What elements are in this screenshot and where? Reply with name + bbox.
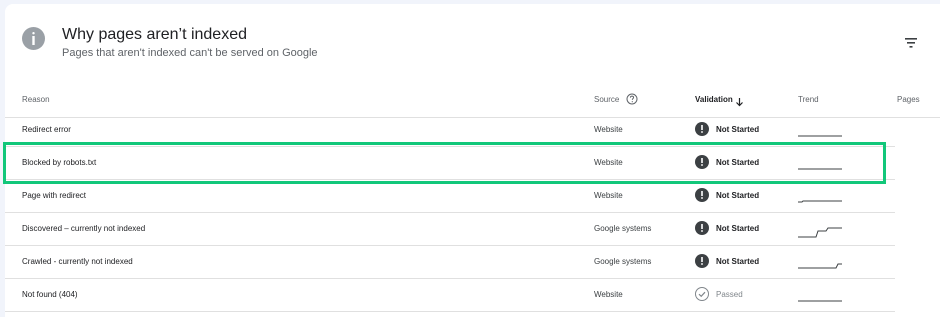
- help-icon[interactable]: [626, 92, 638, 105]
- trend-sparkline: [798, 227, 842, 238]
- row-source: Google systems: [594, 224, 652, 233]
- row-reason: Blocked by robots.txt: [22, 158, 97, 167]
- trend-sparkline: [798, 263, 842, 269]
- row-source: Website: [594, 290, 623, 299]
- indexing-card: Why pages aren’t indexed Pages that aren…: [5, 4, 940, 317]
- column-source[interactable]: Source: [594, 95, 619, 104]
- row-validation: Not Started: [716, 257, 760, 266]
- exclamation-icon: [695, 122, 709, 136]
- card-title: Why pages aren’t indexed: [62, 26, 247, 43]
- arrow-down-icon[interactable]: [735, 94, 744, 107]
- filter-icon[interactable]: [904, 36, 918, 48]
- row-reason: Discovered – currently not indexed: [22, 224, 146, 233]
- table-row-page-with-redirect[interactable]: Page with redirect Website Not Started: [5, 180, 895, 213]
- card-subtitle: Pages that aren't indexed can't be serve…: [62, 47, 318, 59]
- exclamation-icon: [695, 155, 709, 169]
- row-validation: Not Started: [716, 158, 760, 167]
- row-source: Website: [594, 191, 623, 200]
- column-pages[interactable]: Pages: [897, 95, 920, 104]
- card-header: Why pages aren’t indexed Pages that aren…: [5, 4, 940, 74]
- table-row-crawled-not-indexed[interactable]: Crawled - currently not indexed Google s…: [5, 246, 895, 279]
- row-validation: Not Started: [716, 224, 760, 233]
- trend-sparkline: [798, 200, 842, 203]
- exclamation-icon: [695, 254, 709, 268]
- row-reason: Redirect error: [22, 125, 71, 134]
- column-trend: Trend: [798, 95, 819, 104]
- info-icon: [22, 27, 45, 50]
- trend-sparkline: [798, 135, 842, 137]
- trend-sparkline: [798, 168, 842, 170]
- check-circle-icon: [695, 287, 709, 301]
- column-reason[interactable]: Reason: [22, 95, 50, 104]
- row-reason: Not found (404): [22, 290, 78, 299]
- exclamation-icon: [695, 221, 709, 235]
- table-row-blocked-by-robots[interactable]: Blocked by robots.txt Website Not Starte…: [5, 147, 895, 180]
- table-row-not-found-404[interactable]: Not found (404) Website Passed: [5, 279, 895, 312]
- table-row-redirect-error[interactable]: Redirect error Website Not Started: [5, 114, 895, 147]
- trend-sparkline: [798, 300, 842, 302]
- row-validation: Not Started: [716, 191, 760, 200]
- table-header: Reason Source Validation Trend Pages: [5, 83, 940, 118]
- row-source: Website: [594, 125, 623, 134]
- row-source: Google systems: [594, 257, 652, 266]
- row-validation: Passed: [716, 290, 743, 299]
- row-source: Website: [594, 158, 623, 167]
- column-validation[interactable]: Validation: [695, 95, 733, 104]
- row-reason: Page with redirect: [22, 191, 87, 200]
- exclamation-icon: [695, 188, 709, 202]
- row-validation: Not Started: [716, 125, 760, 134]
- table-row-discovered-not-indexed[interactable]: Discovered – currently not indexed Googl…: [5, 213, 895, 246]
- row-reason: Crawled - currently not indexed: [22, 257, 133, 266]
